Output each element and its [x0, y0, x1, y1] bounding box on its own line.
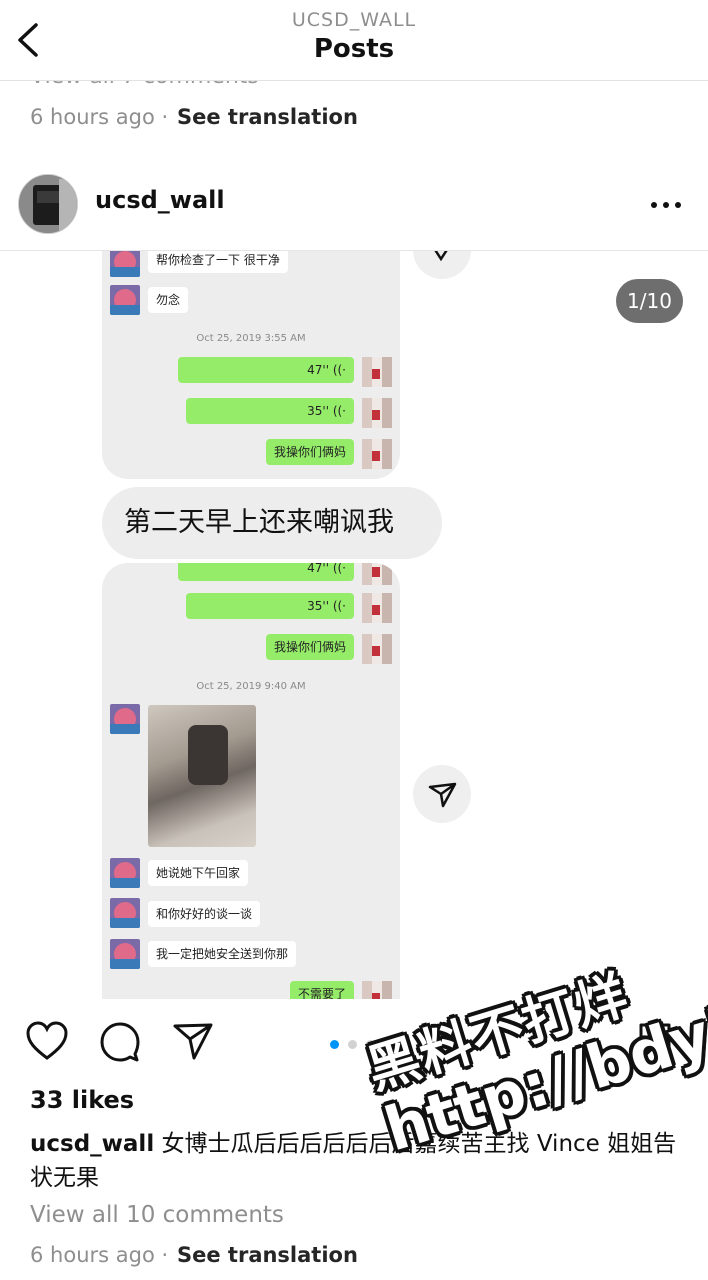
- chat-message-left: 她说她下午回家: [148, 860, 249, 886]
- avatar: [110, 704, 140, 734]
- chat-timestamp: Oct 25, 2019 9:40 AM: [196, 681, 306, 692]
- carousel-dot: [366, 1040, 375, 1049]
- overlay-caption-bubble: 第二天早上还来嘲讽我: [102, 487, 442, 559]
- post-time: 6 hours ago ·: [30, 1243, 168, 1267]
- avatar: [110, 285, 140, 315]
- chat-message-left: 和你好好的谈一谈: [148, 901, 261, 927]
- share-icon[interactable]: [172, 1021, 214, 1065]
- bookmark-icon[interactable]: [637, 1022, 673, 1066]
- post-time-text: 6 hours ago: [30, 1243, 155, 1267]
- separator-dot: ·: [161, 105, 169, 129]
- chat-message-left: 我一定把她安全送到你那: [148, 941, 297, 967]
- chat-message-right: 不需要了: [289, 981, 354, 999]
- post-username[interactable]: ucsd_wall: [95, 186, 225, 214]
- avatar: [362, 593, 392, 623]
- voice-duration: 47'': [307, 363, 329, 377]
- voice-duration: 35'': [307, 599, 329, 613]
- prev-post-time: 6 hours ago ·: [30, 105, 168, 129]
- avatar: [362, 439, 392, 469]
- avatar: [110, 939, 140, 969]
- top-nav-bar: UCSD_WALL Posts: [0, 0, 708, 81]
- voice-message: 35'' ((·: [186, 593, 354, 619]
- prev-time-text: 6 hours ago: [30, 105, 155, 129]
- voice-message: 35'' ((·: [186, 398, 354, 424]
- chat-screenshot-2: 47'' ((· 35'' ((· 我操你们俩妈 Oct 25, 2019 9:…: [102, 563, 400, 999]
- post-caption: ucsd_wall 女博士瓜后后后后后后后嘉续苦主找 Vince 姐姐告状无果: [30, 1127, 690, 1195]
- more-horizontal-icon[interactable]: [650, 188, 682, 216]
- avatar: [362, 634, 392, 664]
- post-media-carousel[interactable]: 帮你检查了一下 很干净 勿念 Oct 25, 2019 3:55 AM 47''…: [0, 251, 708, 999]
- view-comments-link[interactable]: View all 10 comments: [30, 1202, 284, 1228]
- caption-username[interactable]: ucsd_wall: [30, 1131, 154, 1157]
- page-title: Posts: [313, 34, 395, 64]
- chat-message-right: 我操你们俩妈: [265, 634, 354, 660]
- carousel-dot: [348, 1040, 357, 1049]
- separator-dot: ·: [161, 1243, 169, 1267]
- voice-duration: 35'': [307, 404, 329, 418]
- avatar: [362, 563, 392, 585]
- carousel-dot: [384, 1041, 390, 1048]
- carousel-dot: [330, 1040, 339, 1049]
- carousel-counter: 1/10: [616, 279, 683, 323]
- carousel-dots: [330, 1034, 414, 1053]
- heart-icon[interactable]: [25, 1021, 69, 1065]
- avatar: [362, 398, 392, 428]
- chat-screenshot-1: 帮你检查了一下 很干净 勿念 Oct 25, 2019 3:55 AM 47''…: [102, 251, 400, 479]
- send-overlay-icon[interactable]: [413, 765, 471, 823]
- voice-duration: 47'': [307, 563, 329, 575]
- chat-photo: [148, 705, 256, 847]
- carousel-dot: [399, 1041, 405, 1048]
- avatar[interactable]: [18, 174, 78, 234]
- avatar: [110, 251, 140, 277]
- avatar: [110, 858, 140, 888]
- voice-message: 47'' ((·: [178, 563, 354, 581]
- see-translation-link[interactable]: See translation: [177, 1243, 358, 1267]
- share-overlay-icon[interactable]: [413, 251, 471, 279]
- chat-message-right: 我操你们俩妈: [265, 439, 354, 465]
- likes-count[interactable]: 33 likes: [30, 1086, 134, 1114]
- comment-icon[interactable]: [99, 1021, 141, 1067]
- avatar: [362, 981, 392, 999]
- avatar: [362, 357, 392, 387]
- avatar: [110, 898, 140, 928]
- chat-message-left: 勿念: [148, 287, 189, 313]
- chat-message-left: 帮你检查了一下 很干净: [148, 251, 288, 273]
- prev-see-translation-link[interactable]: See translation: [177, 105, 358, 129]
- header-account-name: UCSD_WALL: [291, 9, 417, 31]
- voice-message: 47'' ((·: [178, 357, 354, 383]
- chat-timestamp: Oct 25, 2019 3:55 AM: [196, 333, 306, 344]
